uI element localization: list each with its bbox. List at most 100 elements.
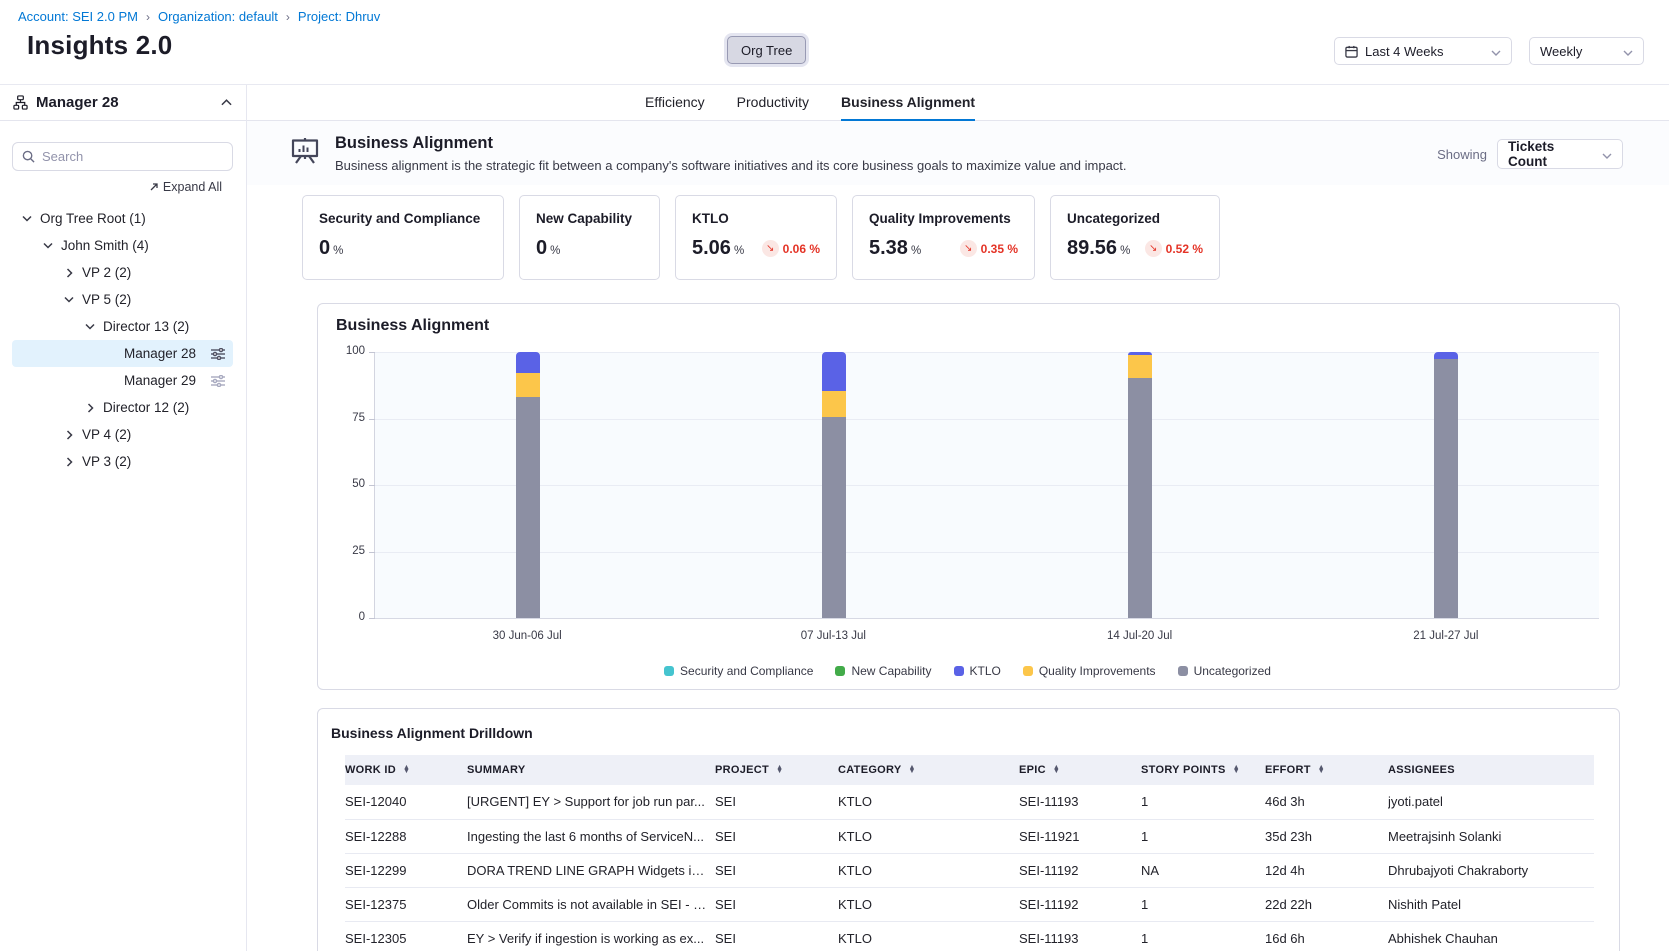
- table-row[interactable]: SEI-12288Ingesting the last 6 months of …: [345, 819, 1594, 853]
- stat-card-value: 5.38: [869, 237, 908, 260]
- legend-item-security-and-compliance: Security and Compliance: [664, 664, 813, 678]
- stat-card-unit: %: [911, 245, 921, 257]
- chevron-down-icon[interactable]: [62, 296, 76, 303]
- top-header: Account: SEI 2.0 PM›Organization: defaul…: [0, 0, 1669, 85]
- stat-card-title: Quality Improvements: [869, 211, 1018, 226]
- chevron-down-icon[interactable]: [41, 242, 55, 249]
- table-cell: SEI-11193: [1019, 785, 1141, 819]
- tree-item-label: Manager 28: [124, 346, 196, 361]
- stat-card-security-and-compliance: Security and Compliance0%: [302, 195, 504, 280]
- expand-all-button[interactable]: Expand All: [0, 180, 222, 194]
- stat-card-unit: %: [333, 245, 343, 257]
- showing-value: Tickets Count: [1508, 139, 1596, 169]
- breadcrumb-link[interactable]: Account: SEI 2.0 PM: [18, 9, 138, 24]
- sort-icon[interactable]: ▲▼: [909, 766, 916, 775]
- tab-productivity[interactable]: Productivity: [737, 85, 809, 121]
- y-tick-label: 100: [337, 345, 365, 357]
- table-cell: 46d 3h: [1265, 785, 1388, 819]
- tree-item-vp-5-2[interactable]: VP 5 (2): [12, 286, 233, 313]
- calendar-icon: [1345, 45, 1358, 58]
- stacked-bar-4[interactable]: [1434, 352, 1458, 618]
- stat-delta-value: 0.06 %: [783, 242, 820, 256]
- column-header-summary: SUMMARY: [467, 755, 715, 785]
- column-label: CATEGORY: [838, 764, 902, 776]
- legend-label: Quality Improvements: [1039, 664, 1156, 678]
- breadcrumb-link[interactable]: Organization: default: [158, 9, 278, 24]
- bar-slot: [681, 352, 987, 618]
- tree-item-label: Manager 29: [124, 373, 196, 388]
- tree-item-label: John Smith (4): [61, 238, 149, 253]
- bar-segment-quality-improvements: [516, 373, 540, 397]
- sort-icon[interactable]: ▲▼: [403, 766, 410, 775]
- tree-item-director-12-2[interactable]: Director 12 (2): [12, 394, 233, 421]
- search-input[interactable]: [42, 149, 223, 164]
- showing-select[interactable]: Tickets Count: [1497, 139, 1623, 169]
- table-cell: 1: [1141, 819, 1265, 853]
- sort-icon[interactable]: ▲▼: [776, 766, 783, 775]
- sort-icon[interactable]: ▲▼: [1318, 766, 1325, 775]
- section-title: Business Alignment: [335, 134, 1127, 153]
- org-tree-button[interactable]: Org Tree: [727, 36, 806, 64]
- column-header-category: CATEGORY ▲▼: [838, 755, 1019, 785]
- sort-icon[interactable]: ▲▼: [1053, 766, 1060, 775]
- chevron-down-icon[interactable]: [20, 215, 34, 222]
- table-row[interactable]: SEI-12375Older Commits is not available …: [345, 887, 1594, 921]
- tree-item-org-tree-root-1[interactable]: Org Tree Root (1): [12, 205, 233, 232]
- bar-segment-quality-improvements: [1128, 355, 1152, 378]
- filter-sliders-icon[interactable]: [211, 375, 225, 387]
- tree-item-label: Org Tree Root (1): [40, 211, 146, 226]
- date-range-value: Last 4 Weeks: [1365, 44, 1444, 59]
- sidebar-header: Manager 28: [0, 85, 246, 121]
- table-row[interactable]: SEI-12040[URGENT] EY > Support for job r…: [345, 785, 1594, 819]
- tree-item-manager-28[interactable]: Manager 28: [12, 340, 233, 367]
- legend-marker: [1178, 666, 1188, 676]
- table-cell: 1: [1141, 921, 1265, 951]
- column-header-assignees: ASSIGNEES: [1388, 755, 1594, 785]
- table-cell: Ingesting the last 6 months of ServiceN.…: [467, 819, 715, 853]
- table-row[interactable]: SEI-12299DORA TREND LINE GRAPH Widgets i…: [345, 853, 1594, 887]
- chevron-right-icon[interactable]: [62, 268, 76, 278]
- table-cell: SEI-11921: [1019, 819, 1141, 853]
- table-cell: SEI-12305: [345, 921, 467, 951]
- chevron-down-icon[interactable]: [83, 323, 97, 330]
- date-range-select[interactable]: Last 4 Weeks: [1334, 37, 1512, 65]
- tree-item-vp-2-2[interactable]: VP 2 (2): [12, 259, 233, 286]
- breadcrumb: Account: SEI 2.0 PM›Organization: defaul…: [0, 0, 1669, 24]
- tab-business-alignment[interactable]: Business Alignment: [841, 85, 975, 121]
- stat-card-title: KTLO: [692, 211, 820, 226]
- table-cell: [URGENT] EY > Support for job run par...: [467, 785, 715, 819]
- bar-slot: [375, 352, 681, 618]
- granularity-select[interactable]: Weekly: [1529, 37, 1644, 65]
- sort-icon[interactable]: ▲▼: [1233, 766, 1240, 775]
- table-cell: 1: [1141, 785, 1265, 819]
- breadcrumb-link[interactable]: Project: Dhruv: [298, 9, 380, 24]
- drilldown-table: WORK ID▲▼SUMMARYPROJECT▲▼CATEGORY▲▼EPIC▲…: [345, 755, 1594, 951]
- tree-item-vp-3-2[interactable]: VP 3 (2): [12, 448, 233, 475]
- filter-sliders-icon[interactable]: [211, 348, 225, 360]
- stacked-bar-1[interactable]: [516, 352, 540, 618]
- chart-plot-area: [374, 352, 1599, 618]
- section-description: Business alignment is the strategic fit …: [335, 158, 1127, 173]
- chevron-right-icon[interactable]: [62, 430, 76, 440]
- chevron-right-icon[interactable]: [83, 403, 97, 413]
- table-cell: KTLO: [838, 819, 1019, 853]
- chevron-right-icon[interactable]: [62, 457, 76, 467]
- table-row[interactable]: SEI-12305EY > Verify if ingestion is wor…: [345, 921, 1594, 951]
- expand-icon: [149, 182, 159, 192]
- tree-item-label: VP 5 (2): [82, 292, 131, 307]
- tab-efficiency[interactable]: Efficiency: [645, 85, 705, 121]
- stat-card-value: 5.06: [692, 237, 731, 260]
- tree-item-manager-29[interactable]: Manager 29: [12, 367, 233, 394]
- tree-item-director-13-2[interactable]: Director 13 (2): [12, 313, 233, 340]
- column-label: SUMMARY: [467, 764, 526, 776]
- tree-item-vp-4-2[interactable]: VP 4 (2): [12, 421, 233, 448]
- table-cell: Meetrajsinh Solanki: [1388, 819, 1594, 853]
- legend-marker: [664, 666, 674, 676]
- collapse-sidebar-icon[interactable]: [221, 99, 232, 106]
- stacked-bar-3[interactable]: [1128, 352, 1152, 618]
- stat-delta-value: 0.52 %: [1166, 242, 1203, 256]
- trend-down-icon: ↘: [960, 240, 977, 257]
- tree-item-john-smith-4[interactable]: John Smith (4): [12, 232, 233, 259]
- stacked-bar-2[interactable]: [822, 352, 846, 618]
- table-cell: Nishith Patel: [1388, 887, 1594, 921]
